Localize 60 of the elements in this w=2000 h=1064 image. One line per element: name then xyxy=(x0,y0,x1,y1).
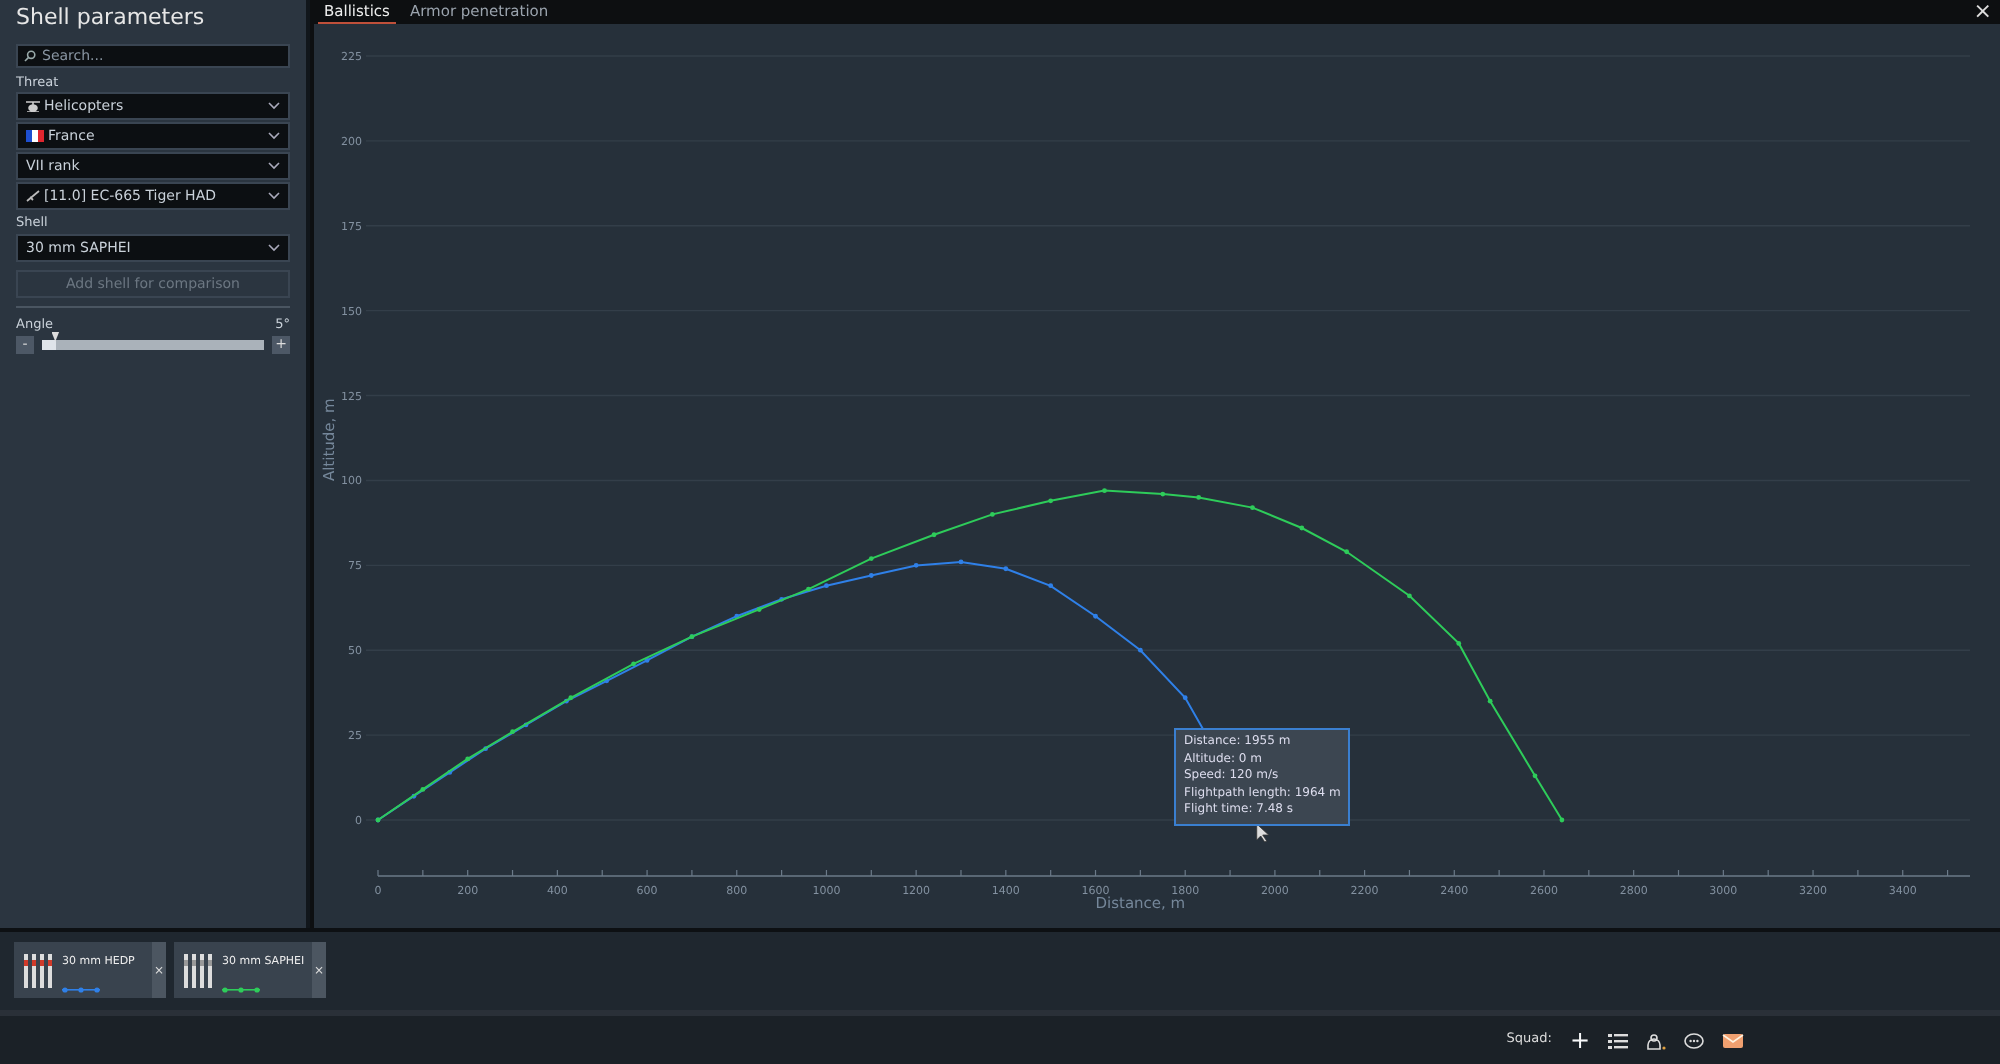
data-point xyxy=(411,793,417,799)
list-button[interactable] xyxy=(1608,1031,1628,1049)
data-point xyxy=(1048,583,1054,589)
data-point xyxy=(1407,593,1412,599)
data-point xyxy=(1532,773,1538,779)
data-point xyxy=(523,722,529,728)
data-point xyxy=(510,729,515,735)
flag-icon xyxy=(26,130,44,143)
data-point xyxy=(465,756,471,762)
data-point xyxy=(483,746,489,752)
mouse-cursor-icon xyxy=(1256,823,1270,843)
data-point xyxy=(868,573,874,578)
rotor-icon xyxy=(26,190,40,203)
data-point xyxy=(1196,495,1202,500)
data-point xyxy=(1559,817,1565,823)
data-point xyxy=(1344,549,1350,555)
shells-icon xyxy=(22,950,54,990)
data-point xyxy=(1182,695,1188,701)
list-icon xyxy=(1608,1031,1628,1049)
data-point xyxy=(990,512,995,517)
data-point xyxy=(1137,647,1143,653)
data-point xyxy=(447,770,453,775)
mail-icon xyxy=(1722,1031,1744,1049)
search-icon xyxy=(24,49,36,61)
data-point xyxy=(1102,488,1107,494)
data-point xyxy=(604,678,610,684)
panel-title: Shell parameters xyxy=(16,2,207,34)
chevron-down-icon xyxy=(268,192,280,201)
data-point xyxy=(756,607,762,612)
data-point xyxy=(806,586,811,592)
data-point xyxy=(1003,566,1009,572)
data-point xyxy=(931,532,937,538)
data-point xyxy=(1160,491,1166,497)
shells-icon xyxy=(182,950,214,990)
data-point xyxy=(734,613,740,619)
add-squad-button[interactable]: + xyxy=(1569,1030,1590,1050)
data-point xyxy=(631,661,636,667)
chat-icon xyxy=(1684,1031,1704,1049)
mail-button[interactable] xyxy=(1722,1031,1744,1049)
data-point xyxy=(958,559,964,565)
chat-button[interactable] xyxy=(1684,1031,1704,1049)
data-point xyxy=(1487,698,1493,704)
data-point xyxy=(644,658,650,663)
data-point xyxy=(1456,641,1462,646)
data-point xyxy=(1048,498,1054,504)
helicopter-icon xyxy=(26,100,40,113)
chevron-down-icon xyxy=(268,102,280,111)
chevron-down-icon xyxy=(268,162,280,171)
data-point xyxy=(1299,525,1305,531)
chevron-down-icon xyxy=(268,132,280,141)
chevron-down-icon xyxy=(268,244,280,252)
data-point xyxy=(824,583,829,589)
data-point xyxy=(779,596,784,602)
close-button[interactable]: × xyxy=(1965,0,2000,24)
data-point xyxy=(913,562,919,568)
slider-thumb[interactable] xyxy=(51,331,60,342)
data-point xyxy=(420,787,426,792)
data-point xyxy=(1093,613,1098,619)
data-point xyxy=(1250,505,1255,510)
data-point xyxy=(868,556,874,561)
